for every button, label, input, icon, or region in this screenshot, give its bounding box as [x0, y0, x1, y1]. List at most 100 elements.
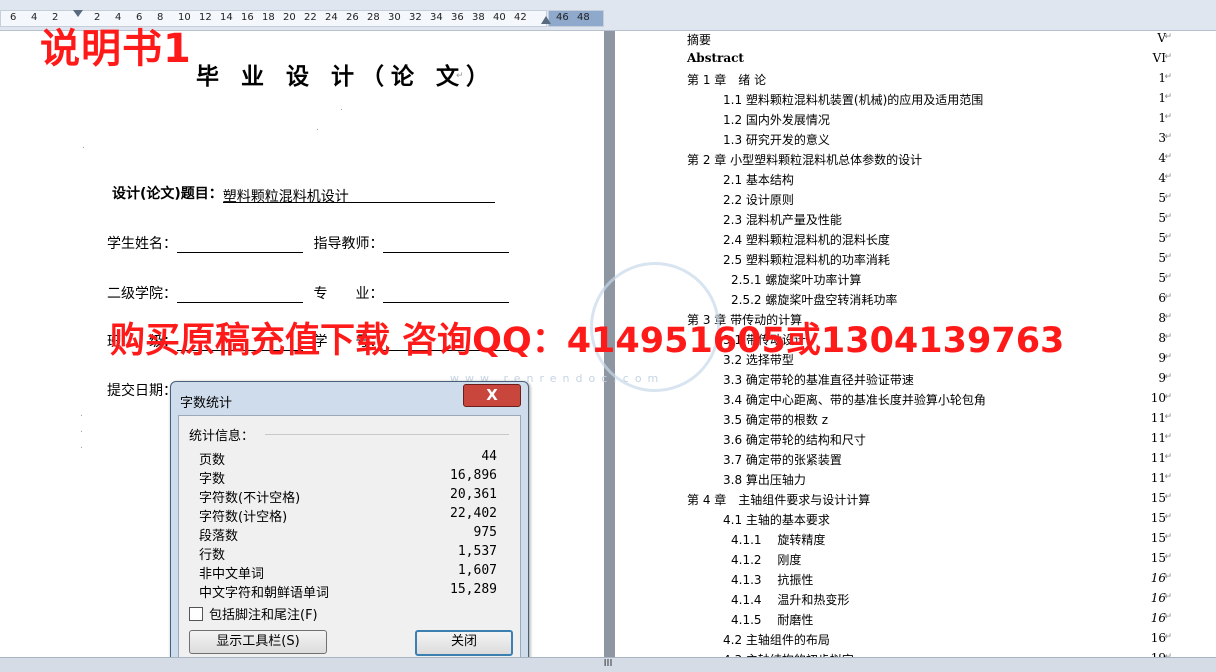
paragraph-mark: . [80, 425, 83, 435]
toc-entry[interactable]: 摘要 V ↵ [615, 29, 1216, 49]
toc-entry[interactable]: 2.4 塑料颗粒混料机的混料长度 5 ↵ [615, 229, 1216, 249]
toc-entry-title: 第 2 章 小型塑料颗粒混料机总体参数的设计 [687, 153, 923, 167]
paragraph-mark: ↵ [1164, 432, 1172, 442]
toc-entry[interactable]: 4.1.4 温升和热变形 16 ↵ [615, 589, 1216, 609]
toc-entry[interactable]: 1.1 塑料颗粒混料机装置(机械)的应用及适用范围 1 ↵ [615, 89, 1216, 109]
stat-value: 15,289 [450, 582, 497, 597]
paragraph-mark: ↵ [1164, 412, 1172, 422]
toc-entry-title: 3.3 确定带轮的基准直径并验证带速 [723, 373, 914, 387]
paragraph-mark: ↵ [1164, 312, 1172, 322]
toc-entry-title: 2.1 基本结构 [723, 173, 794, 187]
paragraph-mark: ↵ [1164, 72, 1172, 82]
toc-entry[interactable]: 1.2 国内外发展情况 1 ↵ [615, 109, 1216, 129]
major-label: 专 业： [313, 286, 384, 302]
toc-entry[interactable]: 2.2 设计原则 5 ↵ [615, 189, 1216, 209]
advisor-label: 指导教师： [313, 236, 384, 252]
advisor-field[interactable] [383, 236, 510, 253]
toc-entry[interactable]: 4.1 主轴的基本要求 15 ↵ [615, 509, 1216, 529]
submit-date-row: 提交日期： [107, 380, 177, 400]
ruler-tick-label: 6 [10, 12, 17, 23]
ruler-tick-label: 18 [262, 12, 275, 23]
topic-label: 设计(论文)题目： [112, 186, 223, 202]
topic-value[interactable]: 塑料颗粒混料机设计 [222, 186, 495, 205]
toc-entry[interactable]: Abstract VI ↵ [615, 49, 1216, 69]
scroll-thumb-grip[interactable]: III [604, 658, 613, 669]
paragraph-mark: . [82, 141, 85, 151]
paragraph-mark: ↵ [1164, 592, 1172, 602]
toc-entry[interactable]: 2.5 塑料颗粒混料机的功率消耗 5 ↵ [615, 249, 1216, 269]
stats-heading: 统计信息： [189, 429, 255, 444]
toc-entry[interactable]: 第 4 章 主轴组件要求与设计计算 15 ↵ [615, 489, 1216, 509]
promo-overlay-text: 购买原稿充值下载 咨询QQ：414951605或1304139763 [110, 321, 1065, 361]
toc-entry-title: Abstract [687, 51, 744, 65]
toc-entry-title: 2.5.1 螺旋桨叶功率计算 [731, 273, 862, 287]
paragraph-mark: ↵ [1164, 272, 1172, 282]
paragraph-mark: ↵ [1164, 92, 1172, 102]
ruler-tick-label: 24 [325, 12, 338, 23]
toc-entry[interactable]: 3.5 确定带的根数 z 11 ↵ [615, 409, 1216, 429]
show-toolbar-button[interactable]: 显示工具栏(S) [189, 630, 327, 654]
college-major-row: 二级学院： 专 业： [107, 283, 510, 303]
stat-value: 1,607 [457, 563, 497, 578]
horizontal-scrollbar[interactable]: III [0, 657, 1216, 672]
right-indent-marker[interactable] [541, 16, 551, 24]
paragraph-mark: ↵ [1164, 512, 1172, 522]
divider [265, 434, 509, 435]
stat-label: 字符数(不计空格) [199, 491, 301, 506]
paragraph-mark: ↵ [1164, 332, 1172, 342]
toc-entry[interactable]: 3.7 确定带的张紧装置 11 ↵ [615, 449, 1216, 469]
paragraph-mark: ↵ [1164, 292, 1172, 302]
ruler-tick-label: 12 [199, 12, 212, 23]
toc-entry[interactable]: 3.4 确定中心距离、带的基准长度并验算小轮包角 10 ↵ [615, 389, 1216, 409]
toc-entry[interactable]: 4.2 主轴组件的布局 16 ↵ [615, 629, 1216, 649]
toc-entry[interactable]: 3.8 算出压轴力 11 ↵ [615, 469, 1216, 489]
stat-value: 44 [481, 449, 497, 464]
include-footnotes-checkbox[interactable] [189, 607, 203, 621]
toc-entry-title: 2.5.2 螺旋桨叶盘空转消耗功率 [731, 293, 898, 307]
paragraph-mark: . [80, 441, 83, 451]
toc-entry-title: 4.1.5 耐磨性 [731, 613, 814, 627]
toc-entry-title: 4.1.3 抗振性 [731, 573, 814, 587]
submit-date-label: 提交日期： [107, 383, 177, 399]
toc-entry[interactable]: 4.1.1 旋转精度 15 ↵ [615, 529, 1216, 549]
ruler-tick-label: 40 [493, 12, 506, 23]
toc-entry[interactable]: 2.1 基本结构 4 ↵ [615, 169, 1216, 189]
toc-entry-title: 4.1.1 旋转精度 [731, 533, 826, 547]
toc-entry-title: 摘要 [687, 33, 712, 47]
ruler-tick-label: 20 [283, 12, 296, 23]
toc-entry[interactable]: 4.1.5 耐磨性 16 ↵ [615, 609, 1216, 629]
college-label: 二级学院： [107, 286, 177, 302]
toc-entry[interactable]: 第 1 章 绪 论 1 ↵ [615, 69, 1216, 89]
toc-entry[interactable]: 4.1.3 抗振性 16 ↵ [615, 569, 1216, 589]
paragraph-mark: ↵ [1164, 352, 1172, 362]
word-count-dialog: 字数统计 X 统计信息： 页数 44 字数 16,896 字符数(不计空格) 20,361… [170, 381, 529, 670]
toc-entry[interactable]: 3.6 确定带轮的结构和尺寸 11 ↵ [615, 429, 1216, 449]
toc-entry-title: 4.1 主轴的基本要求 [723, 513, 830, 527]
paragraph-mark: ↵ [1164, 612, 1172, 622]
stat-label: 页数 [199, 453, 226, 468]
stat-value: 22,402 [450, 506, 497, 521]
paragraph-mark: . [80, 409, 83, 419]
toc-entry[interactable]: 第 2 章 小型塑料颗粒混料机总体参数的设计 4 ↵ [615, 149, 1216, 169]
toc-entry[interactable]: 4.1.2 刚度 15 ↵ [615, 549, 1216, 569]
toc-entry-title: 3.5 确定带的根数 z [723, 413, 829, 427]
close-icon[interactable]: X [463, 384, 521, 407]
toc-entry-title: 第 1 章 绪 论 [687, 73, 767, 87]
ruler-tick-label: 22 [304, 12, 317, 23]
student-name-field[interactable] [177, 236, 303, 253]
major-field[interactable] [383, 286, 510, 303]
paragraph-mark: ↵ [1164, 552, 1172, 562]
toc-entry[interactable]: 2.3 混料机产量及性能 5 ↵ [615, 209, 1216, 229]
college-field[interactable] [177, 286, 303, 303]
toc-entry[interactable]: 3.3 确定带轮的基准直径并验证带速 9 ↵ [615, 369, 1216, 389]
paragraph-mark: . [340, 103, 343, 113]
stat-value: 20,361 [450, 487, 497, 502]
paragraph-mark: . [316, 123, 319, 133]
toc-entry-title: 2.2 设计原则 [723, 193, 794, 207]
close-button[interactable]: 关闭 [415, 630, 513, 656]
student-name-label: 学生姓名： [107, 236, 177, 252]
include-footnotes-option[interactable]: 包括脚注和尾注(F) [189, 604, 318, 623]
toc-entry[interactable]: 1.3 研究开发的意义 3 ↵ [615, 129, 1216, 149]
toc-entry-title: 3.6 确定带轮的结构和尺寸 [723, 433, 866, 447]
ruler-tick-label: 42 [514, 12, 527, 23]
